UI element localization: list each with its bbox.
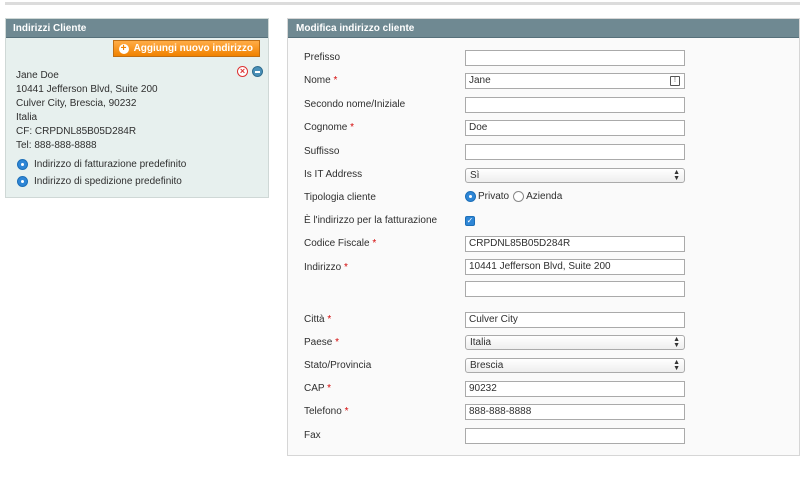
is-billing-checkbox[interactable]: ✓ <box>465 216 475 226</box>
city-input[interactable]: Culver City <box>465 312 685 328</box>
address-card[interactable]: Jane Doe 10441 Jefferson Blvd, Suite 200… <box>16 69 158 153</box>
radio-selected-icon[interactable] <box>17 159 28 170</box>
street-line2-input[interactable] <box>465 281 685 297</box>
firstname-label: Nome * <box>304 75 338 86</box>
address-line: 10441 Jefferson Blvd, Suite 200 <box>16 84 158 95</box>
default-billing-option[interactable]: Indirizzo di fatturazione predefinito <box>17 159 186 170</box>
prefix-input[interactable] <box>465 50 685 66</box>
address-line: Tel: 888-888-8888 <box>16 140 97 151</box>
telephone-label: Telefono * <box>304 406 349 417</box>
telephone-input[interactable]: 888-888-8888 <box>465 404 685 420</box>
street-line1-input[interactable]: 10441 Jefferson Blvd, Suite 200 <box>465 259 685 275</box>
region-label: Stato/Provincia <box>304 360 372 371</box>
addresses-panel-title: Indirizzi Cliente <box>6 19 268 38</box>
suffix-label: Suffisso <box>304 146 340 157</box>
postcode-input[interactable]: 90232 <box>465 381 685 397</box>
default-billing-label: Indirizzo di fatturazione predefinito <box>34 159 187 170</box>
is-billing-label: È l'indirizzo per la fatturazione <box>304 215 438 226</box>
updown-arrow-icon: ▲ ▼ <box>673 359 680 372</box>
city-label: Città * <box>304 314 332 325</box>
address-line: Culver City, Brescia, 90232 <box>16 98 137 109</box>
suffix-input[interactable] <box>465 144 685 160</box>
fiscal-code-label: Codice Fiscale * <box>304 238 377 249</box>
private-label: Privato <box>478 191 510 202</box>
middlename-label: Secondo nome/Iniziale <box>304 99 406 110</box>
default-shipping-option[interactable]: Indirizzo di spedizione predefinito <box>17 176 182 187</box>
updown-arrow-icon: ▲ ▼ <box>673 169 680 182</box>
fax-label: Fax <box>304 430 321 441</box>
edit-address-title: Modifica indirizzo cliente <box>288 19 799 38</box>
firstname-input[interactable]: Jane! <box>465 73 685 89</box>
address-line: Jane Doe <box>16 70 59 81</box>
default-shipping-label: Indirizzo di spedizione predefinito <box>34 176 182 187</box>
address-line: CF: CRPDNL85B05D284R <box>16 126 137 137</box>
address-line: Italia <box>16 112 38 123</box>
lastname-label: Cognome * <box>304 122 355 133</box>
is-it-address-label: Is IT Address <box>304 169 363 180</box>
company-label: Azienda <box>526 191 563 202</box>
private-radio[interactable] <box>465 191 476 202</box>
country-label: Paese * <box>304 337 340 348</box>
middlename-input[interactable] <box>465 97 685 113</box>
customer-type-radios: Privato Azienda <box>465 191 562 202</box>
postcode-label: CAP * <box>304 383 332 394</box>
fiscal-code-input[interactable]: CRPDNL85B05D284R <box>465 236 685 252</box>
customer-addresses-panel: Indirizzi Cliente + Aggiungi nuovo indir… <box>5 18 269 198</box>
fax-input[interactable] <box>465 428 685 444</box>
prefix-label: Prefisso <box>304 52 341 63</box>
lastname-input[interactable]: Doe <box>465 120 685 136</box>
add-new-address-button[interactable]: + Aggiungi nuovo indirizzo <box>112 40 260 57</box>
radio-selected-icon[interactable] <box>17 176 28 187</box>
is-it-address-select[interactable]: Sì ▲ ▼ <box>465 168 685 183</box>
customer-type-label: Tipologia cliente <box>304 192 376 203</box>
plus-icon: + <box>118 43 129 54</box>
company-radio[interactable] <box>513 191 525 202</box>
region-select[interactable]: Brescia ▲ ▼ <box>465 358 685 373</box>
edit-address-panel: Modifica indirizzo cliente Prefisso Nome… <box>287 18 800 456</box>
contact-card-icon[interactable]: ! <box>670 76 680 86</box>
edit-icon[interactable] <box>252 66 263 77</box>
delete-icon[interactable]: × <box>237 66 248 77</box>
top-divider <box>5 2 800 5</box>
street-label: Indirizzo * <box>304 262 348 273</box>
country-select[interactable]: Italia ▲ ▼ <box>465 335 685 350</box>
updown-arrow-icon: ▲ ▼ <box>673 336 680 349</box>
add-new-address-label: Aggiungi nuovo indirizzo <box>133 43 253 54</box>
